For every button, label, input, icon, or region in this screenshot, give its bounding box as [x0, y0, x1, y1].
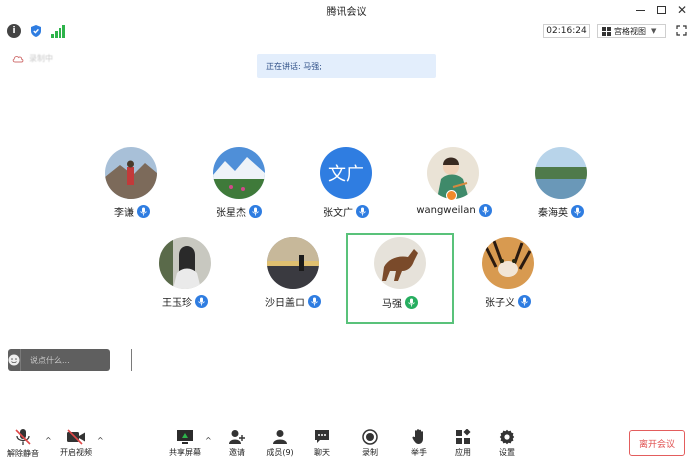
chat-bubble-icon [315, 430, 329, 443]
cloud-icon [12, 55, 24, 63]
share-screen-icon [177, 429, 193, 444]
collapse-chat-button[interactable]: ‹ [131, 349, 136, 371]
meeting-info-icon[interactable]: i [7, 24, 21, 38]
close-button[interactable]: ✕ [673, 2, 691, 18]
participant-name: 张文广 [323, 208, 353, 219]
share-screen-label: 共享屏幕 [169, 448, 201, 457]
participant-name: 李谦 [114, 208, 134, 219]
avatar: 文广 [320, 147, 372, 199]
participant-name: 张子义 [485, 298, 515, 309]
participant-tile[interactable]: 张子义 [456, 234, 560, 322]
chat-bar: ‹ [8, 349, 136, 371]
mic-icon [571, 205, 584, 218]
members-icon [273, 429, 287, 444]
participant-tile[interactable]: 张星杰 [187, 145, 291, 233]
maximize-button[interactable] [652, 2, 670, 18]
apps-grid-icon [456, 428, 471, 444]
unmute-label: 解除静音 [7, 449, 39, 458]
minimize-button[interactable] [631, 2, 649, 18]
speaking-indicator: 正在讲话: 马强; [257, 54, 436, 78]
mic-icon [518, 295, 531, 308]
mic-icon [249, 205, 262, 218]
unmute-button[interactable]: 解除静音 [1, 428, 45, 458]
maximize-icon [656, 6, 666, 14]
view-mode-button[interactable]: 宫格视图 ▼ [597, 24, 666, 38]
avatar [535, 147, 587, 199]
close-icon: ✕ [676, 3, 688, 17]
view-mode-label: 宫格视图 [614, 26, 646, 36]
avatar [105, 147, 157, 199]
host-badge-icon [446, 190, 457, 201]
avatar [213, 147, 265, 199]
avatar [482, 237, 534, 289]
participant-name: wangweilan [416, 205, 476, 216]
minimize-icon [635, 9, 645, 11]
fullscreen-icon[interactable] [676, 25, 687, 36]
participant-tile[interactable]: 秦海英 [509, 145, 613, 233]
apps-label: 应用 [455, 448, 471, 457]
participant-tile[interactable]: wangweilan [402, 145, 506, 233]
mic-icon [478, 204, 492, 217]
audio-options-chevron-icon[interactable]: ^ [45, 436, 52, 445]
participant-name: 秦海英 [538, 208, 568, 219]
status-bar: i 02:16:24 宫格视图 ▼ [0, 22, 693, 40]
avatar [374, 237, 426, 289]
cloud-record-status: 录制中 [12, 53, 53, 64]
camera-off-icon [67, 428, 85, 445]
mic-active-icon [405, 296, 418, 309]
participant-name: 王玉珍 [162, 298, 192, 309]
participant-name: 沙日盖ロ [265, 298, 305, 309]
raise-hand-label: 举手 [411, 448, 427, 457]
record-label: 录制 [362, 448, 378, 457]
security-shield-icon[interactable] [29, 24, 43, 38]
participant-tile-active-speaker[interactable]: 马强 [346, 233, 454, 324]
hand-icon [412, 429, 423, 444]
start-video-button[interactable]: 开启视频 [54, 428, 98, 458]
participant-tile[interactable]: 沙日盖ロ [241, 234, 345, 322]
gear-icon [499, 429, 515, 444]
mic-muted-icon [15, 429, 31, 445]
invite-button[interactable]: 邀请 [215, 428, 259, 458]
leave-meeting-button[interactable]: 离开会议 [629, 430, 685, 456]
participant-tile[interactable]: 文广 张文广 [294, 145, 398, 233]
settings-label: 设置 [499, 448, 515, 457]
members-button[interactable]: 成员(9) [258, 428, 302, 458]
avatar-initials: 文广 [328, 164, 364, 185]
avatar [267, 237, 319, 289]
meeting-timer: 02:16:24 [543, 24, 590, 38]
invite-label: 邀请 [229, 448, 245, 457]
emoji-button[interactable] [8, 349, 21, 371]
chat-input[interactable] [21, 349, 131, 371]
members-label: 成员(9) [266, 448, 294, 457]
start-video-label: 开启视频 [60, 448, 92, 457]
participant-tile[interactable]: 李谦 [80, 145, 184, 233]
record-icon [362, 428, 378, 445]
apps-button[interactable]: 应用 [441, 428, 485, 458]
add-user-icon [229, 429, 245, 444]
participant-name: 马强 [382, 299, 402, 310]
share-options-chevron-icon[interactable]: ^ [205, 436, 212, 445]
grid-view-icon [602, 26, 611, 36]
raise-hand-button[interactable]: 举手 [397, 428, 441, 458]
chat-button[interactable]: 聊天 [300, 428, 344, 458]
title-bar: 腾讯会议 ✕ [0, 0, 693, 20]
cloud-record-text: 录制中 [29, 54, 53, 63]
chevron-down-icon: ▼ [651, 27, 657, 35]
chat-label: 聊天 [314, 448, 330, 457]
mic-icon [137, 205, 150, 218]
mic-icon [356, 205, 369, 218]
chevron-left-icon: ‹ [132, 354, 136, 366]
participant-name: 张星杰 [216, 208, 246, 219]
mic-icon [308, 295, 321, 308]
share-screen-button[interactable]: 共享屏幕 [163, 428, 207, 458]
participant-tile[interactable]: 王玉珍 [133, 234, 237, 322]
mic-icon [195, 295, 208, 308]
record-button[interactable]: 录制 [348, 428, 392, 458]
window-title: 腾讯会议 [326, 7, 367, 18]
settings-button[interactable]: 设置 [485, 428, 529, 458]
network-signal-icon[interactable] [51, 24, 65, 38]
emoji-icon [8, 354, 20, 366]
video-options-chevron-icon[interactable]: ^ [97, 436, 104, 445]
avatar [159, 237, 211, 289]
